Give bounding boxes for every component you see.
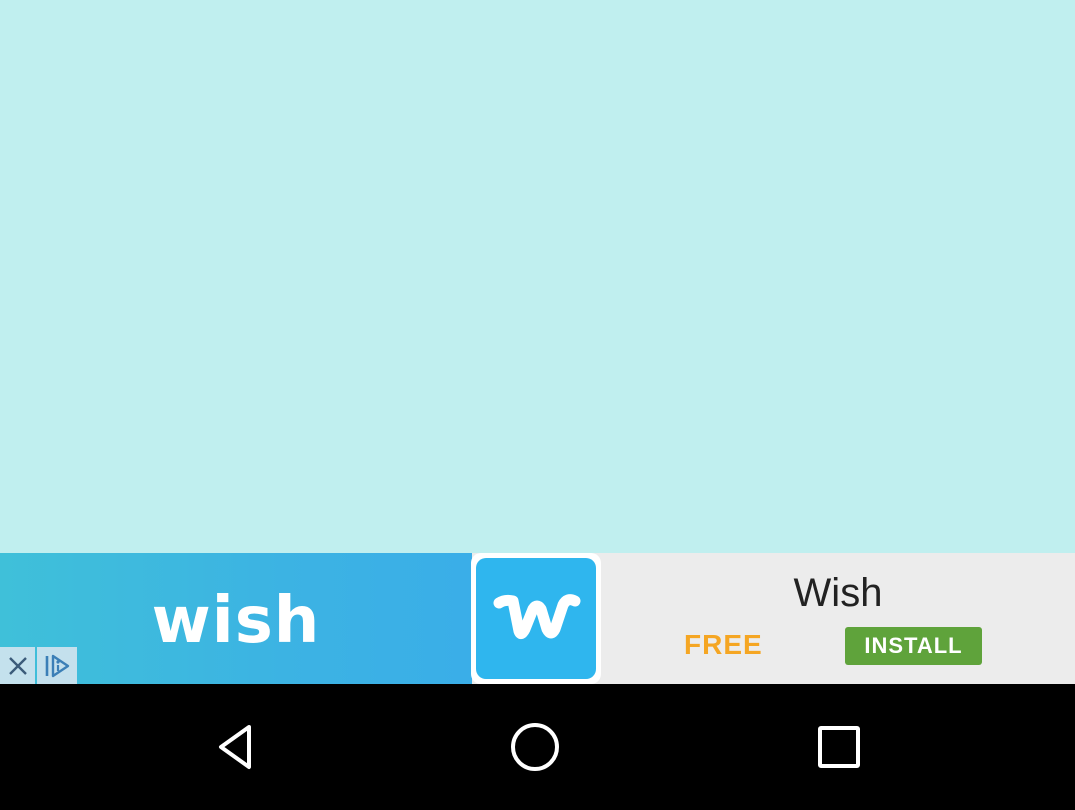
ad-banner[interactable]: wish Wish FREE INSTALL [0,553,1075,684]
home-button[interactable] [502,714,568,780]
home-icon [511,723,559,771]
ad-info-button[interactable] [37,647,77,684]
wish-wordmark: wish [151,583,321,658]
back-button[interactable] [202,714,268,780]
install-button[interactable]: INSTALL [845,627,982,665]
device-screen: wish Wish FREE INSTALL [0,0,1075,810]
wish-w-icon [493,593,581,639]
wish-app-icon [476,558,596,679]
ad-price-label: FREE [684,629,763,660]
close-icon [8,656,27,675]
close-ad-button[interactable] [0,647,35,684]
back-icon [219,725,251,769]
recents-icon [818,726,860,768]
ad-choices-icon [45,654,70,677]
app-content-area [0,0,1075,553]
app-icon-frame[interactable] [471,553,601,684]
recents-button[interactable] [806,714,872,780]
ad-choices[interactable] [0,647,77,684]
system-nav-bar [0,684,1075,810]
ad-app-title: Wish [793,571,883,615]
